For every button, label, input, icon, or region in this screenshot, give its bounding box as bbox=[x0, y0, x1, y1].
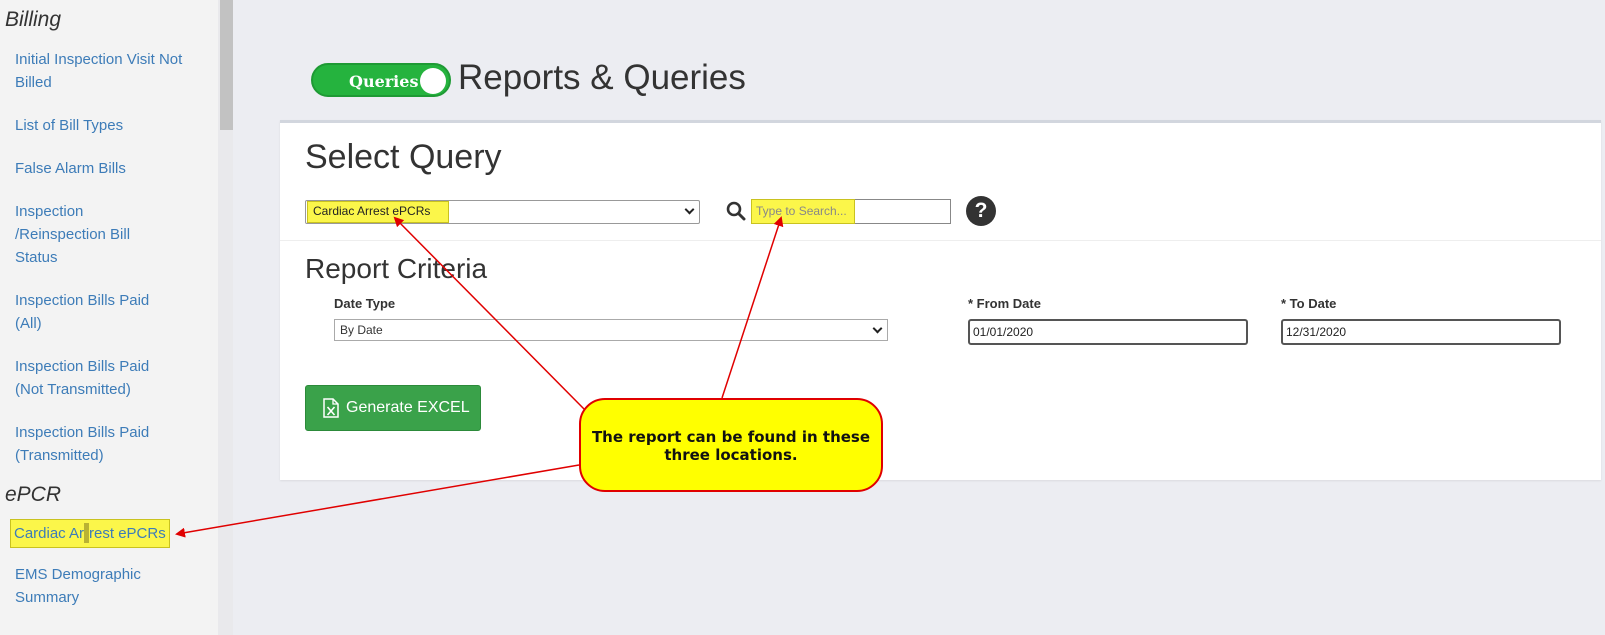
page-title: Reports & Queries bbox=[458, 58, 746, 97]
search-placeholder: Type to Search... bbox=[751, 199, 855, 224]
date-type-label: Date Type bbox=[334, 296, 396, 311]
sidebar-item-initial-inspection-not-billed[interactable]: Initial Inspection Visit Not Billed bbox=[15, 48, 185, 94]
section-divider bbox=[280, 240, 1601, 241]
to-date-field[interactable]: 12/31/2020 bbox=[1281, 319, 1561, 345]
sidebar-item-cardiac-arrest-epcrs[interactable]: Cardiac Ar rest ePCRs bbox=[10, 519, 170, 548]
sidebar-item-ems-demographic-summary[interactable]: EMS Demographic Summary bbox=[15, 563, 155, 609]
date-type-value: By Date bbox=[340, 323, 383, 337]
query-card: Select Query Cardiac Arrest ePCRs Type t… bbox=[280, 120, 1601, 480]
excel-file-icon bbox=[323, 398, 339, 418]
annotation-callout: The report can be found in these three l… bbox=[579, 398, 883, 492]
generate-excel-button[interactable]: Generate EXCEL bbox=[305, 385, 481, 431]
sidebar-item-false-alarm-bills[interactable]: False Alarm Bills bbox=[15, 157, 185, 180]
select-query-heading: Select Query bbox=[305, 138, 502, 176]
to-date-label: * To Date bbox=[1281, 296, 1337, 311]
sidebar-item-inspection-bills-paid-not-transmitted[interactable]: Inspection Bills Paid (Not Transmitted) bbox=[15, 355, 165, 401]
sidebar-section-billing: Billing bbox=[5, 8, 62, 31]
toggle-knob bbox=[420, 68, 446, 94]
sidebar-item-list-of-bill-types[interactable]: List of Bill Types bbox=[15, 114, 185, 137]
toggle-label: Queries bbox=[349, 72, 419, 91]
to-date-value: 12/31/2020 bbox=[1286, 325, 1347, 339]
sidebar-item-label-part-2: rest ePCRs bbox=[89, 525, 166, 542]
chevron-down-icon bbox=[684, 204, 695, 215]
sidebar-item-inspection-bills-paid-transmitted[interactable]: Inspection Bills Paid (Transmitted) bbox=[15, 421, 165, 467]
from-date-label: * From Date bbox=[968, 296, 1041, 311]
callout-line-1: The report can be found in these bbox=[591, 428, 871, 446]
queries-toggle[interactable]: Queries bbox=[311, 63, 451, 97]
sidebar-section-epcr: ePCR bbox=[5, 483, 62, 506]
help-icon[interactable]: ? bbox=[966, 196, 996, 226]
sidebar-item-inspection-bills-paid-all[interactable]: Inspection Bills Paid (All) bbox=[15, 289, 165, 335]
callout-line-2: three locations. bbox=[664, 446, 798, 464]
search-input[interactable]: Type to Search... bbox=[751, 199, 951, 224]
from-date-field[interactable]: 01/01/2020 bbox=[968, 319, 1248, 345]
sidebar: Billing Initial Inspection Visit Not Bil… bbox=[0, 0, 218, 635]
query-select[interactable]: Cardiac Arrest ePCRs bbox=[305, 200, 700, 224]
date-type-select[interactable]: By Date bbox=[334, 319, 888, 341]
report-criteria-heading: Report Criteria bbox=[305, 253, 488, 284]
query-select-value: Cardiac Arrest ePCRs bbox=[307, 201, 449, 223]
generate-excel-label: Generate EXCEL bbox=[346, 399, 470, 416]
sidebar-scrollbar-thumb[interactable] bbox=[220, 0, 233, 130]
search-icon[interactable] bbox=[726, 201, 746, 221]
chevron-down-icon bbox=[872, 323, 883, 334]
from-date-value: 01/01/2020 bbox=[973, 325, 1034, 339]
sidebar-item-inspection-reinspection-bill-status[interactable]: Inspection /Reinspection Bill Status bbox=[15, 200, 145, 269]
sidebar-item-label-part-1: Cardiac Ar bbox=[14, 525, 85, 542]
